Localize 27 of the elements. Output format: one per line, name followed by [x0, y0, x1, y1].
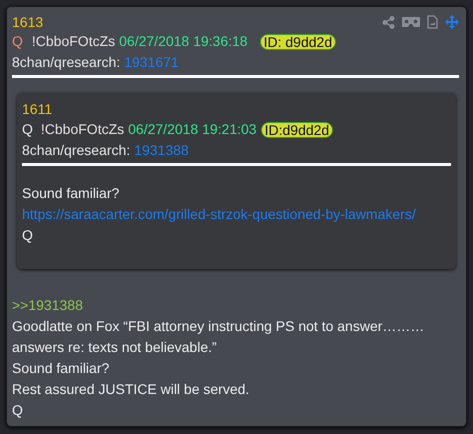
post-text: Rest assured JUSTICE will be served.: [12, 380, 250, 399]
board-name: 8chan/qresearch:: [12, 53, 120, 72]
post-text: Sound familiar?: [12, 359, 110, 378]
post-text: answers re: texts not believable.”: [12, 338, 218, 357]
post-text: Q: [12, 401, 24, 420]
post-text: Sound familiar?: [22, 184, 120, 203]
reply-reference-link[interactable]: >>1931388: [12, 295, 459, 316]
id-badge: ID:d9dd2d: [260, 122, 334, 138]
post-author: Q: [12, 32, 23, 51]
board-name: 8chan/qresearch:: [22, 141, 130, 160]
post-timestamp: 06/27/2018 19:36:18: [119, 32, 248, 51]
post-link[interactable]: 1931388: [134, 140, 189, 161]
post-number: 1611: [22, 100, 54, 119]
post-text: Q: [22, 226, 34, 245]
document-icon[interactable]: [427, 15, 438, 29]
vr-headset-icon[interactable]: [402, 17, 420, 27]
post-timestamp: 06/27/2018 19:21:03: [128, 120, 257, 139]
tripcode: !CbboFOtcZs: [32, 32, 116, 51]
post-link[interactable]: 1931671: [124, 52, 179, 73]
move-icon[interactable]: [445, 15, 459, 29]
post-author: Q: [22, 120, 33, 139]
article-link[interactable]: https://saraacarter.com/grilled-strzok-questioned-by-lawmakers/: [22, 204, 451, 225]
post-text: Goodlatte on Fox “FBI attorney instructing PS not to answer………: [12, 317, 426, 336]
share-icon[interactable]: [382, 16, 395, 28]
post-number: 1613: [12, 13, 44, 32]
id-badge: ID: d9dd2d: [260, 34, 336, 50]
tripcode: !CbboFOtcZs: [40, 120, 124, 139]
